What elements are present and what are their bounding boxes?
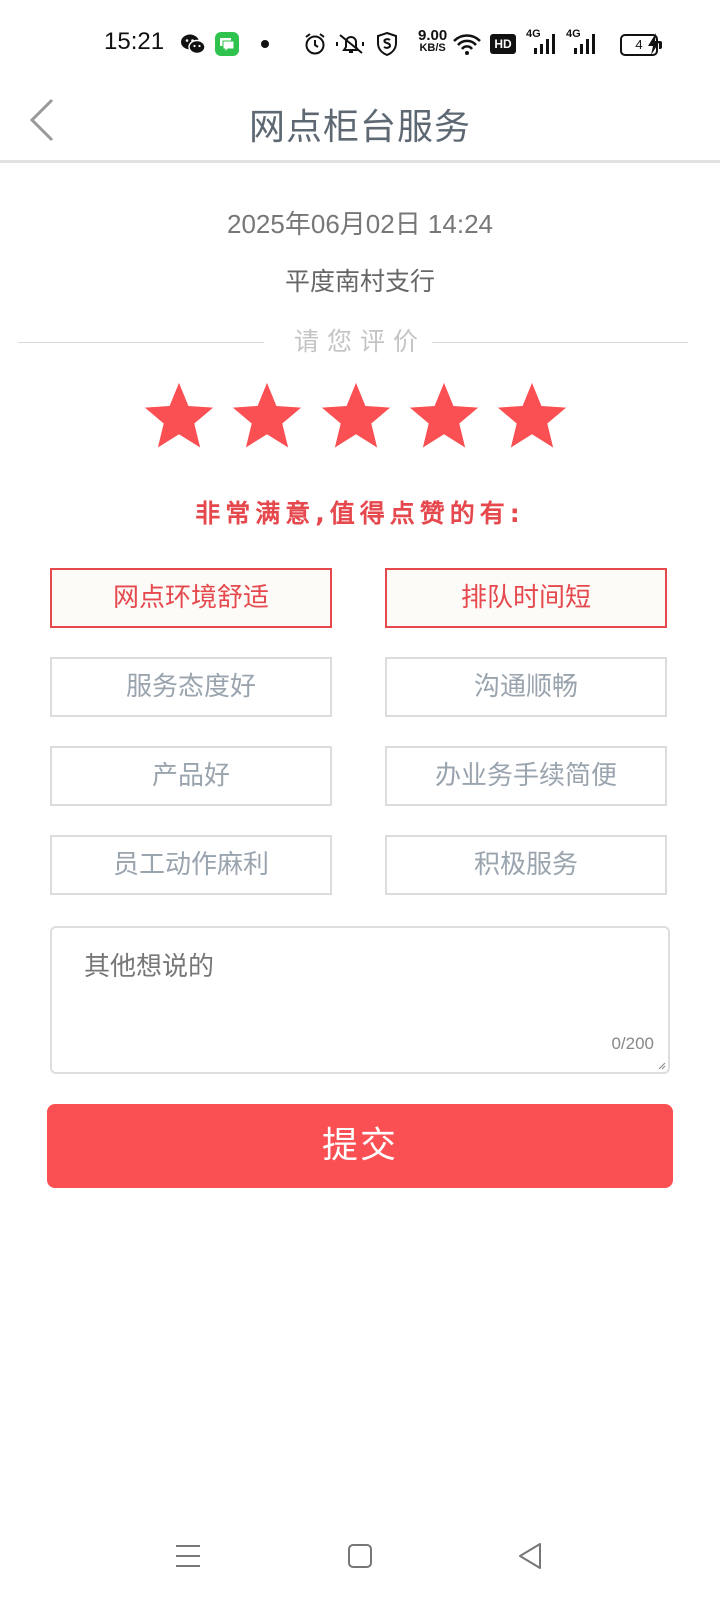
hd-icon: HD [490,34,516,54]
tag-option[interactable]: 网点环境舒适 [50,568,332,628]
status-bar: 15:21 9.00 KB/S HD 4G 4G 4 [0,0,720,88]
net-speed: 9.00 KB/S [418,27,448,54]
signal-4g-icon: 4G [566,28,596,56]
charging-icon [648,33,660,55]
tag-option[interactable]: 沟通顺畅 [385,657,667,717]
tag-option[interactable]: 办业务手续简便 [385,746,667,806]
star-icon[interactable] [228,378,306,456]
status-time: 15:21 [104,28,165,55]
rating-description: 非常满意,值得点赞的有: [195,499,525,528]
star-icon[interactable] [317,378,395,456]
submit-button[interactable]: 提交 [47,1104,673,1188]
menu-icon[interactable] [168,1536,208,1576]
wifi-icon [453,34,481,55]
comment-placeholder: 其他想说的 [84,952,215,982]
wechat-icon [181,34,206,55]
hd-label: HD [494,37,512,51]
home-icon[interactable] [340,1536,380,1576]
alarm-icon [305,33,325,55]
net-speed-value: 9.00 [418,27,448,44]
signal-4g-icon: 4G [526,28,556,56]
visit-datetime: 2025年06月02日 14:24 [227,209,493,239]
comment-textarea[interactable]: 其他想说的 0/200 [50,926,670,1074]
back-triangle-icon[interactable] [512,1536,552,1576]
star-icon[interactable] [493,378,571,456]
header: 网点柜台服务 [0,88,720,163]
system-nav-bar [0,1528,720,1588]
star-icon[interactable] [140,378,218,456]
tag-option[interactable]: 员工动作麻利 [50,835,332,895]
tag-option[interactable]: 积极服务 [385,835,667,895]
tag-option[interactable]: 排队时间短 [385,568,667,628]
shield-icon [377,32,397,56]
resize-grip-icon[interactable] [658,1062,666,1070]
mute-icon [336,34,364,54]
branch-name: 平度南村支行 [284,267,435,296]
messages-icon [215,32,239,56]
rating-prompt: 请您评价 [293,327,426,356]
net-speed-unit: KB/S [419,42,446,54]
star-icon[interactable] [405,378,483,456]
tag-option[interactable]: 服务态度好 [50,657,332,717]
battery-level: 4 [635,37,643,52]
page-title: 网点柜台服务 [248,107,471,148]
dot-icon [261,40,269,48]
char-count: 0/200 [611,1034,654,1053]
tag-option[interactable]: 产品好 [50,746,332,806]
star-rating[interactable] [140,378,580,458]
